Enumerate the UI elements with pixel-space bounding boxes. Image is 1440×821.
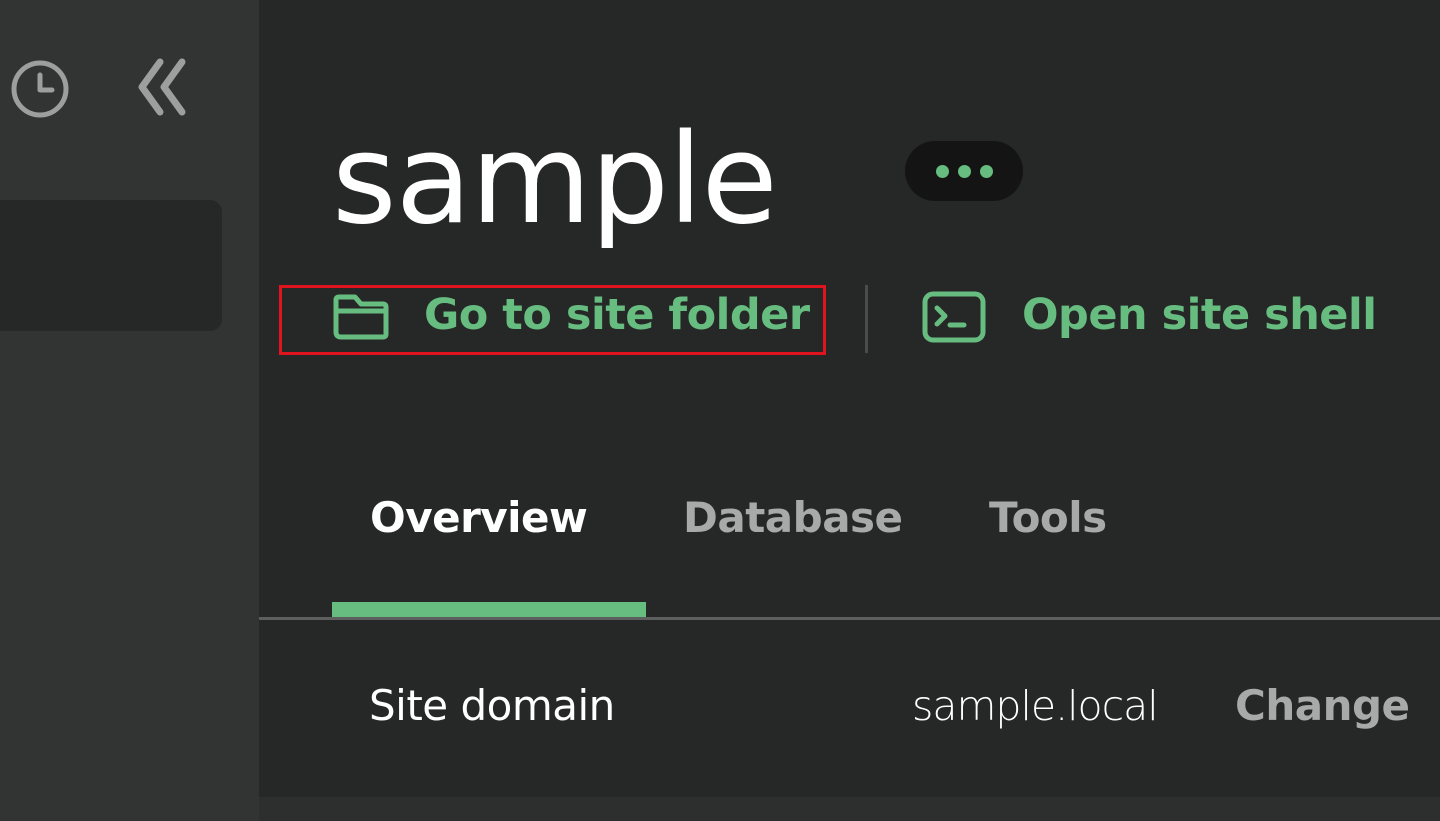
folder-icon (333, 294, 389, 340)
site-actions: Go to site folder Open site shell (279, 285, 1440, 355)
sidebar (0, 0, 259, 821)
site-title: sample (332, 108, 778, 252)
go-to-site-folder-button[interactable]: Go to site folder (279, 285, 826, 355)
overview-next-row (259, 797, 1440, 821)
site-tabs: Overview Database Tools (259, 470, 1440, 620)
active-tab-indicator (332, 602, 646, 618)
tabs-divider (259, 617, 1440, 620)
tab-overview[interactable]: Overview (370, 485, 588, 551)
clock-icon[interactable] (9, 58, 71, 120)
sidebar-site-item-selected[interactable] (0, 200, 222, 331)
go-to-site-folder-label: Go to site folder (424, 290, 810, 340)
ellipsis-icon-dot (935, 164, 949, 178)
ellipsis-icon-dot (957, 164, 971, 178)
main-panel: sample Go to site folder Open site shell… (259, 0, 1440, 821)
site-more-button[interactable] (905, 141, 1023, 201)
tab-tools[interactable]: Tools (989, 485, 1107, 551)
site-domain-value: sample.local (912, 682, 1159, 730)
chevrons-left-icon[interactable] (134, 56, 192, 118)
app-window: sample Go to site folder Open site shell… (0, 0, 1440, 821)
open-site-shell-label: Open site shell (1022, 290, 1377, 340)
open-site-shell-button[interactable]: Open site shell (919, 285, 1399, 355)
terminal-icon (922, 291, 986, 343)
overview-panel: Site domain sample.local Change (259, 622, 1440, 797)
tab-database[interactable]: Database (683, 485, 903, 551)
ellipsis-icon-dot (979, 164, 993, 178)
change-domain-button[interactable]: Change (1235, 674, 1410, 738)
actions-divider (865, 285, 868, 353)
site-domain-label: Site domain (369, 681, 615, 730)
